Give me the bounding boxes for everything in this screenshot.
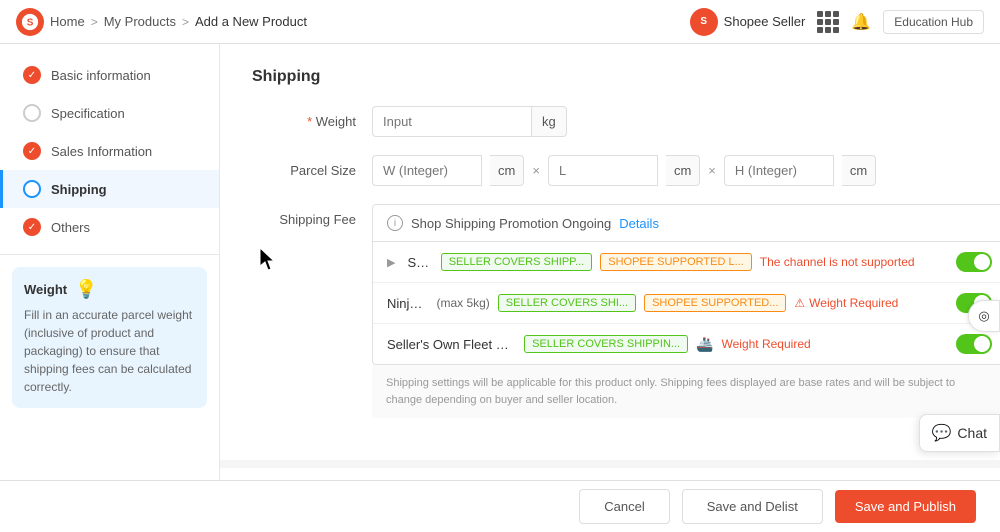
shopee-supported-tag: SHOPEE SUPPORTED... (644, 294, 786, 312)
status-empty-icon (23, 104, 41, 122)
shipping-fee-label: Shipping Fee (252, 204, 372, 227)
shopee-seller-icon: S (690, 8, 718, 36)
weight-row: Weight kg (252, 106, 968, 137)
tooltip-text: Fill in an accurate parcel weight (inclu… (24, 306, 195, 396)
delivery-row-standard: ▶ Standard Delivery (L.... SELLER COVERS… (373, 242, 1000, 283)
sidebar-item-specification[interactable]: Specification (0, 94, 219, 132)
breadcrumb-home[interactable]: Home (50, 14, 85, 29)
sidebar-item-label: Sales Information (51, 144, 152, 159)
tooltip-title: Weight 💡 (24, 279, 195, 300)
chat-icon: 💬 (932, 423, 952, 443)
status-done-icon: ✓ (23, 218, 41, 236)
parcel-width-input[interactable] (372, 155, 482, 186)
sidebar-divider (0, 254, 219, 255)
status-active-icon (23, 180, 41, 198)
header-left: S Home > My Products > Add a New Product (16, 8, 307, 36)
info-icon: i (387, 215, 403, 231)
parcel-l-unit: cm (666, 155, 700, 186)
seller-covers-tag: SELLER COVERS SHIPPIN... (524, 335, 688, 353)
weight-required-text: ⚠Weight Required (794, 296, 898, 310)
parcel-length-input[interactable] (548, 155, 658, 186)
weight-tooltip: Weight 💡 Fill in an accurate parcel weig… (12, 267, 207, 408)
header-right: S Shopee Seller 🔔 Education Hub (690, 8, 984, 36)
shopee-supported-tag: SHOPEE SUPPORTED L... (600, 253, 752, 271)
sidebar-item-label: Specification (51, 106, 125, 121)
scroll-ref-button[interactable]: ◎ (968, 300, 1000, 332)
breadcrumb-sep1: > (91, 15, 98, 29)
parcel-x-sep1: × (532, 163, 540, 178)
shipping-fee-header: i Shop Shipping Promotion Ongoing Detail… (373, 205, 1000, 242)
content-area: Shipping Weight kg Parcel Size cm (220, 44, 1000, 532)
sidebar-item-label: Shipping (51, 182, 107, 197)
weight-input-container: kg (372, 106, 968, 137)
own-fleet-toggle[interactable] (956, 334, 992, 354)
sidebar-item-label: Basic information (51, 68, 151, 83)
shipping-section: Shipping Weight kg Parcel Size cm (220, 44, 1000, 460)
parcel-x-sep2: × (708, 163, 716, 178)
parcel-size-label: Parcel Size (252, 155, 372, 178)
channel-error-text: The channel is not supported (760, 255, 915, 269)
main-layout: ✓ Basic information Specification ✓ Sale… (0, 44, 1000, 532)
chat-label: Chat (957, 425, 987, 441)
breadcrumb-sep2: > (182, 15, 189, 29)
scroll-ref-icon: ◎ (978, 308, 989, 324)
status-done-icon: ✓ (23, 142, 41, 160)
save-delist-button[interactable]: Save and Delist (682, 489, 823, 524)
sidebar-item-shipping[interactable]: Shipping (0, 170, 219, 208)
delivery-max-weight: (max 5kg) (436, 296, 489, 310)
details-link[interactable]: Details (619, 216, 659, 231)
svg-text:S: S (27, 17, 34, 28)
save-publish-button[interactable]: Save and Publish (835, 490, 976, 523)
toggle-knob (974, 254, 990, 270)
toggle-knob (974, 336, 990, 352)
sidebar-item-others[interactable]: ✓ Others (0, 208, 219, 246)
parcel-size-container: cm × cm × cm (372, 155, 968, 186)
shipping-note: Shipping settings will be applicable for… (372, 365, 1000, 418)
delivery-name: Standard Delivery (L.... (407, 255, 432, 270)
weight-input[interactable] (372, 106, 532, 137)
shipping-fee-container: i Shop Shipping Promotion Ongoing Detail… (372, 204, 1000, 418)
delivery-name: Seller's Own Fleet Delivery (387, 337, 516, 352)
seller-name: Shopee Seller (724, 14, 806, 29)
seller-badge: S Shopee Seller (690, 8, 806, 36)
delivery-row-ninja-van: Ninja Van (Self Collectio... (max 5kg) S… (373, 283, 1000, 324)
promo-text: Shop Shipping Promotion Ongoing (411, 216, 611, 231)
weight-required-text: Weight Required (722, 337, 811, 351)
footer: Cancel Save and Delist Save and Publish (0, 480, 1000, 532)
parcel-h-unit: cm (842, 155, 876, 186)
seller-covers-tag: SELLER COVERS SHI... (498, 294, 636, 312)
weight-unit: kg (532, 106, 567, 137)
shopee-logo: S (16, 8, 44, 36)
weight-req-icon: ⚠ (794, 296, 805, 310)
seller-covers-tag: SELLER COVERS SHIPP... (441, 253, 593, 271)
header: S Home > My Products > Add a New Product… (0, 0, 1000, 44)
cancel-button[interactable]: Cancel (579, 489, 669, 524)
shipping-fee-row: Shipping Fee i Shop Shipping Promotion O… (252, 204, 968, 418)
education-hub-button[interactable]: Education Hub (883, 10, 984, 34)
shipping-fee-box: i Shop Shipping Promotion Ongoing Detail… (372, 204, 1000, 365)
notification-bell-button[interactable]: 🔔 (851, 12, 871, 32)
expand-arrow-icon[interactable]: ▶ (387, 256, 395, 269)
sidebar: ✓ Basic information Specification ✓ Sale… (0, 44, 220, 532)
ship-icon: 🚢 (696, 336, 713, 353)
shipping-section-title: Shipping (252, 68, 968, 86)
status-done-icon: ✓ (23, 66, 41, 84)
parcel-size-row: Parcel Size cm × cm × cm (252, 155, 968, 186)
sidebar-item-basic-information[interactable]: ✓ Basic information (0, 56, 219, 94)
breadcrumb-my-products[interactable]: My Products (104, 14, 176, 29)
standard-delivery-toggle[interactable] (956, 252, 992, 272)
apps-icon[interactable] (817, 11, 839, 33)
weight-label: Weight (252, 106, 372, 129)
chat-button[interactable]: 💬 Chat (919, 414, 1000, 452)
lightbulb-icon: 💡 (75, 279, 97, 300)
delivery-row-own-fleet: Seller's Own Fleet Delivery SELLER COVER… (373, 324, 1000, 364)
parcel-w-unit: cm (490, 155, 524, 186)
parcel-height-input[interactable] (724, 155, 834, 186)
sidebar-item-sales-information[interactable]: ✓ Sales Information (0, 132, 219, 170)
breadcrumb-current: Add a New Product (195, 14, 307, 29)
sidebar-item-label: Others (51, 220, 90, 235)
delivery-name: Ninja Van (Self Collectio... (387, 296, 428, 311)
